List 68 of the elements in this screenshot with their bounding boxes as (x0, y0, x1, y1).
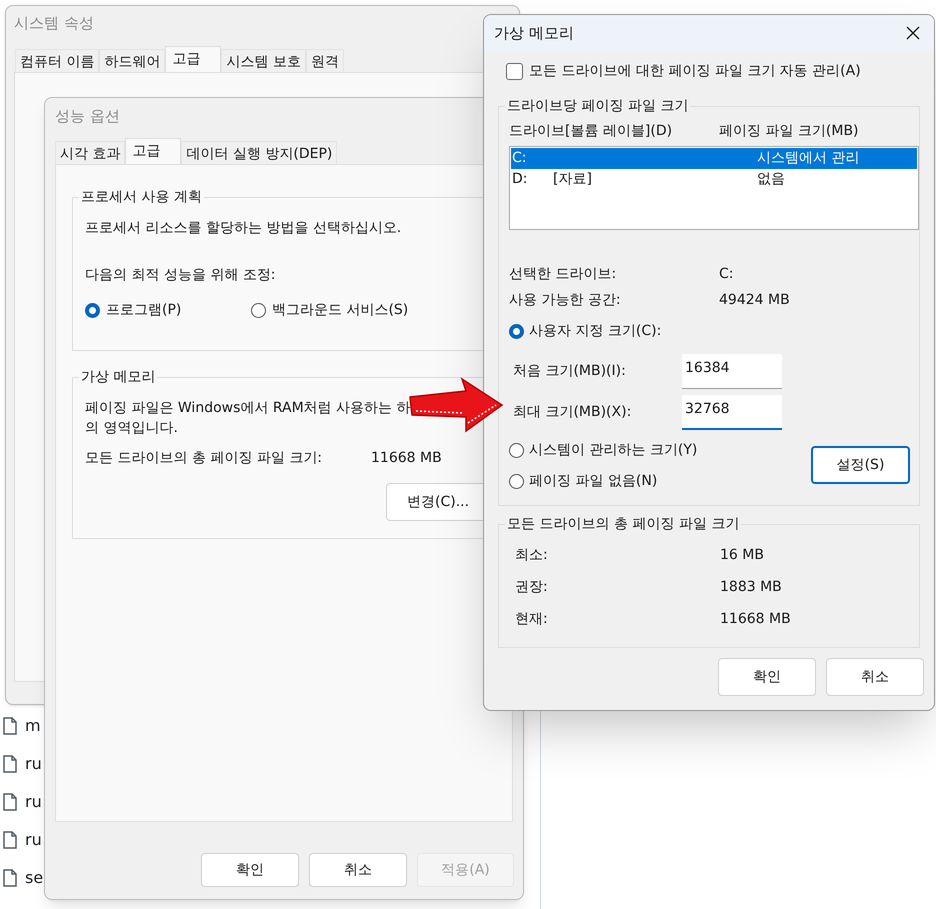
total-label: 최소: (515, 546, 549, 564)
file-icon (3, 717, 17, 735)
tab[interactable]: 하드웨어 (99, 49, 166, 72)
set-button[interactable]: 설정(S) (811, 446, 910, 484)
radio-label[interactable]: 백그라운드 서비스(S) (272, 300, 408, 321)
close-icon[interactable] (906, 26, 920, 40)
tab[interactable]: 데이터 실행 방지(DEP) (181, 141, 338, 164)
volume-label: [자료] (553, 171, 592, 187)
file-icon (3, 755, 17, 773)
total-value: 11668 MB (371, 449, 442, 468)
field-label: 사용 가능한 공간: (509, 291, 622, 310)
file-icon (3, 831, 17, 849)
field-label: 선택한 드라이브: (509, 265, 618, 284)
field-value: C: (719, 265, 734, 284)
column-header: 드라이브[볼륨 레이블](D) (509, 122, 674, 141)
file-name[interactable]: ru (25, 790, 42, 814)
radio-button[interactable] (509, 324, 524, 339)
radio-button[interactable] (509, 443, 524, 458)
drive-letter: C: (511, 149, 528, 168)
tab[interactable]: 컴퓨터 이름 (15, 49, 100, 72)
adjust-label: 다음의 최적 성능을 위해 조정: (85, 266, 277, 285)
checkbox-label[interactable]: 모든 드라이브에 대한 페이징 파일 크기 자동 관리(A) (529, 61, 861, 82)
field-value: 49424 MB (719, 291, 790, 310)
radio-label[interactable]: 페이징 파일 없음(N) (529, 471, 658, 492)
column-header: 페이징 파일 크기(MB) (719, 122, 859, 141)
file-name[interactable]: m (25, 714, 41, 738)
file-name[interactable]: se (25, 866, 44, 890)
file-icon (3, 869, 17, 887)
description-text: 프로세서 리소스를 할당하는 방법을 선택하십시오. (85, 219, 402, 238)
file-icon (3, 793, 17, 811)
radio-label[interactable]: 사용자 지정 크기(C): (529, 321, 662, 342)
description-text: 의 영역입니다. (85, 419, 179, 438)
dialog-button[interactable]: 확인 (718, 658, 816, 696)
file-size: 없음 (757, 170, 785, 189)
size-input[interactable]: 16384 (682, 354, 782, 389)
window-title: 가상 메모리 (494, 22, 574, 44)
window-title: 시스템 속성 (14, 14, 94, 32)
file-size: 시스템에서 관리 (757, 149, 860, 168)
drive-letter: D: (511, 170, 528, 189)
tab[interactable]: 시스템 보호 (221, 49, 306, 72)
tab[interactable]: 고급 (125, 138, 182, 164)
total-label: 모든 드라이브의 총 페이징 파일 크기: (85, 449, 323, 468)
field-label: 처음 크기(MB)(I): (512, 362, 627, 381)
dialog-button[interactable]: 취소 (309, 853, 407, 887)
total-label: 권장: (515, 578, 549, 596)
size-input[interactable]: 32768 (682, 395, 782, 430)
radio-button[interactable] (85, 303, 100, 318)
total-label: 현재: (515, 610, 549, 628)
tab[interactable]: 고급 (165, 46, 222, 72)
field-label: 최대 크기(MB)(X): (512, 403, 632, 422)
drive-row[interactable]: D: [자료] 없음 (511, 169, 917, 190)
file-name[interactable]: ru (25, 828, 42, 852)
total-value: 16 MB (720, 546, 764, 564)
radio-label[interactable]: 프로그램(P) (106, 300, 182, 321)
radio-button[interactable] (251, 303, 266, 318)
checkbox[interactable] (506, 63, 523, 80)
file-name[interactable]: ru (25, 752, 42, 776)
tab[interactable]: 원격 (306, 49, 344, 72)
dialog-button[interactable]: 취소 (826, 658, 924, 696)
description-text: 페이징 파일은 Windows에서 RAM처럼 사용하는 하 (85, 399, 412, 418)
tab[interactable]: 시각 효과 (55, 141, 126, 164)
total-value: 1883 MB (720, 578, 782, 596)
drive-row[interactable]: C: 시스템에서 관리 (511, 148, 917, 169)
dialog-button[interactable]: 확인 (201, 853, 299, 887)
total-value: 11668 MB (720, 610, 791, 628)
radio-label[interactable]: 시스템이 관리하는 크기(Y) (529, 440, 698, 461)
radio-button[interactable] (509, 474, 524, 489)
window-title: 성능 옵션 (55, 107, 120, 125)
